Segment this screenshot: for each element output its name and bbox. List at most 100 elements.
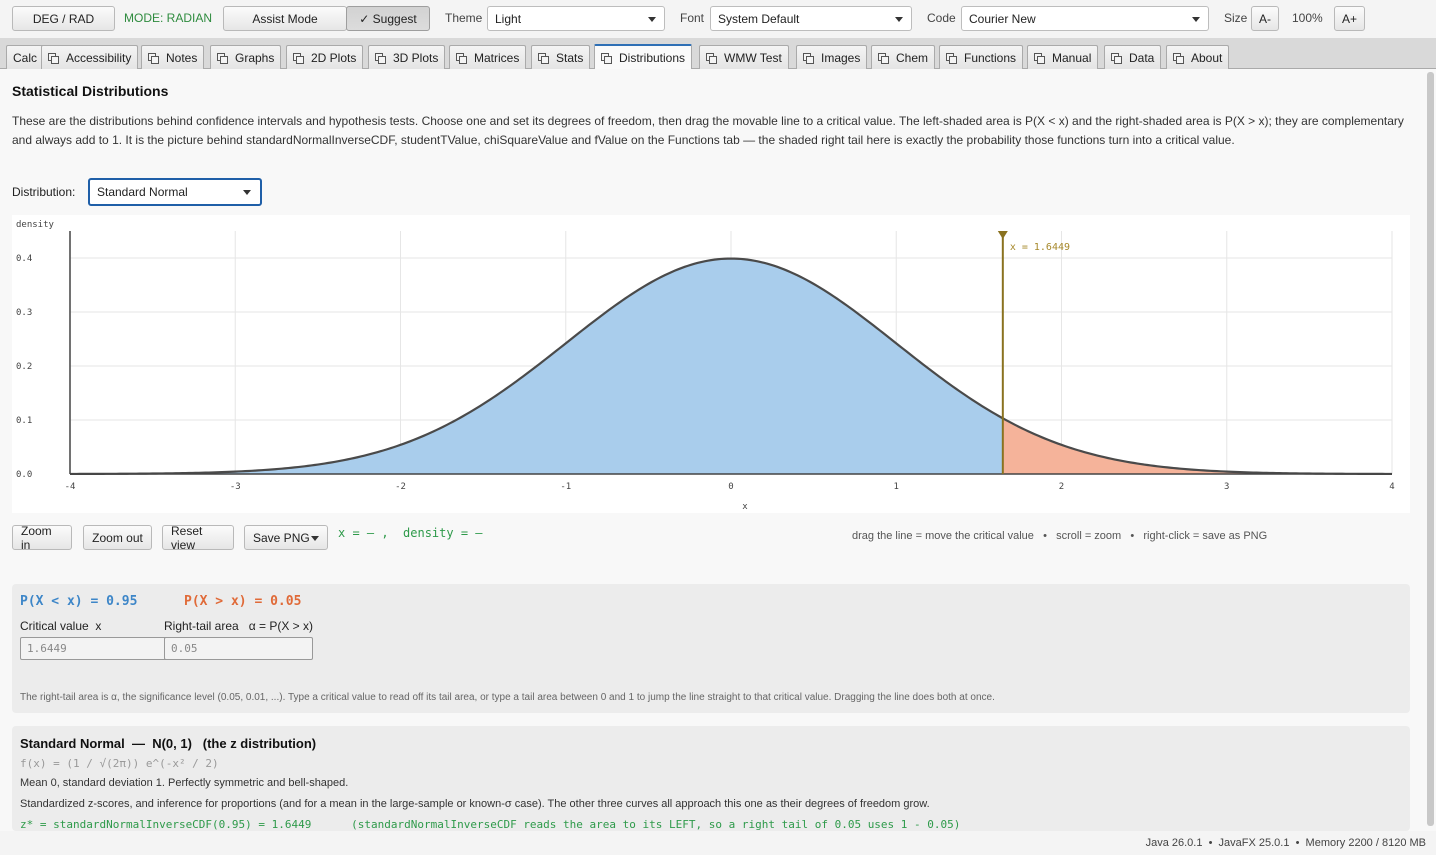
tab-notes[interactable]: Notes [141, 45, 205, 69]
tab-images[interactable]: Images [796, 45, 868, 69]
page-title: Statistical Distributions [12, 83, 169, 99]
distributions-panel: Statistical Distributions These are the … [0, 69, 1436, 831]
y-tick-label: 0.4 [16, 254, 32, 264]
distribution-info-panel: Standard Normal — N(0, 1) (the z distrib… [12, 726, 1410, 831]
tab-label: Notes [166, 50, 198, 65]
font-label: Font [680, 11, 705, 25]
intro-text: These are the distributions behind confi… [12, 114, 1404, 147]
tab-graphs[interactable]: Graphs [210, 45, 282, 69]
y-tick-label: 0.2 [16, 362, 32, 372]
tab-label: Data [1129, 50, 1155, 65]
font-select[interactable]: System Default [710, 6, 912, 31]
tab-distributions[interactable]: Distributions [594, 44, 693, 69]
distribution-label: Distribution: [12, 185, 76, 199]
x-tick-label: 1 [894, 482, 899, 492]
tab-3d-plots[interactable]: 3D Plots [368, 45, 446, 69]
chevron-down-icon [311, 536, 319, 541]
tab-accessibility[interactable]: Accessibility [41, 45, 139, 69]
font-select-value: System Default [718, 11, 800, 26]
interaction-hint: drag the line = move the critical value … [852, 530, 1268, 542]
tab-data[interactable]: Data [1104, 45, 1162, 69]
tail-area-input[interactable]: 0.05 [164, 637, 313, 660]
tab-chem[interactable]: Chem [871, 45, 936, 69]
distribution-chart-svg[interactable]: -4 -3 -2 -1 0 1 2 3 4 0.0 0.1 0.2 0.3 0.4 density x x = … [12, 215, 1410, 513]
tab-manual[interactable]: Manual [1027, 45, 1099, 69]
assist-mode-button[interactable]: Assist Mode [223, 6, 347, 31]
tab-stats[interactable]: Stats [531, 45, 591, 69]
tab-calc[interactable]: Calc [6, 45, 45, 69]
x-tick-label: 3 [1224, 482, 1229, 492]
tail-area-label: Right-tail area α = P(X > x) [164, 619, 313, 633]
suggest-toggle-button[interactable]: ✓ Suggest [346, 6, 430, 31]
theme-select[interactable]: Light [487, 6, 665, 31]
zoom-out-button[interactable]: Zoom out [83, 525, 152, 550]
x-tick-label: -2 [395, 482, 406, 492]
detach-icon [601, 52, 612, 64]
zoom-in-button[interactable]: Zoom in [12, 524, 72, 552]
tab-label: Stats [556, 50, 584, 65]
cursor-readout: x = — , density = — [338, 526, 483, 540]
x-tick-label: -3 [230, 482, 241, 492]
distribution-description: Mean 0, standard deviation 1. Perfectly … [20, 777, 349, 789]
distribution-info-title: Standard Normal — N(0, 1) (the z distrib… [20, 736, 317, 751]
theme-label: Theme [445, 11, 483, 25]
chevron-down-icon [648, 17, 656, 22]
distribution-plot[interactable]: -4 -3 -2 -1 0 1 2 3 4 0.0 0.1 0.2 0.3 0.4 density x x = … [12, 215, 1410, 513]
x-tick-label: 2 [1059, 482, 1064, 492]
size-label: Size [1224, 11, 1248, 25]
tab-label: Manual [1052, 50, 1092, 65]
detach-icon [706, 52, 717, 64]
tab-about[interactable]: About [1166, 45, 1230, 69]
tab-2d-plots[interactable]: 2D Plots [286, 45, 364, 69]
tab-label: Functions [964, 50, 1017, 65]
status-text: Java 26.0.1 • JavaFX 25.0.1 • Memory 220… [1145, 837, 1426, 849]
y-tick-label: 0.1 [16, 416, 32, 426]
x-axis-label: x [742, 502, 748, 512]
reset-view-button[interactable]: Reset view [162, 524, 234, 552]
tab-wmw-test[interactable]: WMW Test [699, 45, 789, 69]
tail-area-note: The right-tail area is α, the significan… [20, 692, 995, 703]
detach-icon [1034, 52, 1045, 64]
right-probability: P(X > x) = 0.05 [184, 594, 302, 609]
save-png-menu-button[interactable]: Save PNG [244, 525, 328, 550]
y-axis-label: density [16, 220, 55, 230]
detach-icon [48, 52, 59, 64]
tab-label: Graphs [235, 50, 275, 65]
chevron-down-icon [1192, 17, 1200, 22]
code-font-select[interactable]: Courier New [961, 6, 1209, 31]
theme-select-value: Light [495, 11, 522, 26]
distribution-select-value: Standard Normal [97, 185, 188, 199]
detach-icon [803, 52, 814, 64]
y-tick-label: 0.0 [16, 470, 32, 480]
font-size-increase-button[interactable]: A+ [1334, 6, 1365, 31]
critical-value-input[interactable]: 1.6449 [20, 637, 169, 660]
chevron-down-icon [895, 17, 903, 22]
deg-rad-toggle-button[interactable]: DEG / RAD [12, 6, 115, 31]
tab-functions[interactable]: Functions [939, 45, 1024, 69]
vertical-scrollbar[interactable] [1427, 72, 1434, 826]
critical-value-example: z* = standardNormalInverseCDF(0.95) = 1.… [20, 818, 961, 831]
tab-label: Chem [896, 50, 929, 65]
tab-label: Accessibility [66, 50, 132, 65]
tab-label: Images [821, 50, 861, 65]
y-tick-label: 0.3 [16, 308, 32, 318]
font-size-decrease-button[interactable]: A- [1251, 6, 1279, 31]
left-probability: P(X < x) = 0.95 [20, 594, 138, 609]
mode-indicator: MODE: RADIAN [124, 11, 213, 25]
detach-icon [1111, 52, 1122, 64]
detach-icon [946, 52, 957, 64]
tab-label: Matrices [474, 50, 520, 65]
detach-icon [217, 52, 228, 64]
critical-value-annotation: x = 1.6449 [1010, 242, 1070, 253]
font-size-value: 100% [1292, 11, 1323, 25]
tab-label: 2D Plots [311, 50, 357, 65]
critical-line-handle-icon[interactable] [997, 231, 1008, 239]
x-tick-label: -4 [65, 482, 76, 492]
probability-panel: P(X < x) = 0.95 P(X > x) = 0.05 Critical… [12, 584, 1410, 713]
tab-matrices[interactable]: Matrices [449, 45, 527, 69]
distribution-select[interactable]: Standard Normal [88, 178, 262, 206]
critical-value-label: Critical value x [20, 619, 102, 633]
code-font-select-value: Courier New [969, 11, 1036, 26]
status-bar: Java 26.0.1 • JavaFX 25.0.1 • Memory 220… [0, 831, 1436, 855]
x-tick-label: 0 [728, 482, 733, 492]
